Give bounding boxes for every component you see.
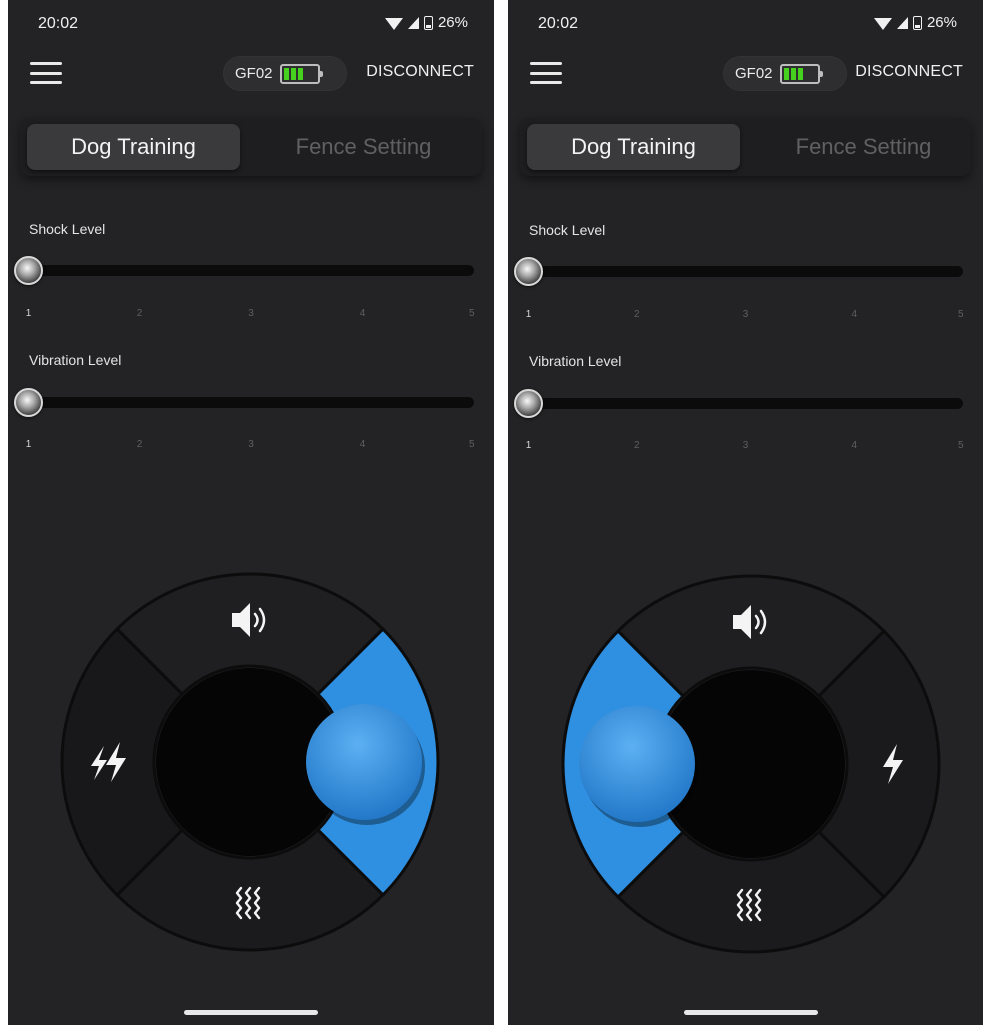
vibration-level-slider[interactable]	[513, 389, 963, 418]
vibration-level-label: Vibration Level	[529, 353, 622, 369]
status-bar: 20:02 26%	[508, 10, 983, 38]
status-icons: 26%	[384, 14, 468, 31]
wifi-icon	[873, 17, 892, 30]
mode-tabs: Dog Training Fence Setting	[20, 118, 482, 176]
remote-pad-graphic	[561, 574, 941, 954]
hamburger-menu-icon[interactable]	[30, 62, 62, 84]
phone-screen-right: 20:02 26% GF02 DISCONNECT Dog Training F…	[508, 0, 983, 1025]
tick-label: 5	[957, 440, 964, 451]
tick-label: 1	[25, 308, 32, 319]
tab-fence-setting[interactable]: Fence Setting	[250, 124, 477, 170]
battery-percent: 26%	[437, 14, 468, 31]
home-indicator	[684, 1010, 818, 1015]
tick-label: 4	[851, 309, 858, 320]
battery-bar	[297, 67, 303, 80]
tab-dog-training[interactable]: Dog Training	[527, 124, 740, 170]
shock-level-thumb[interactable]	[13, 256, 43, 285]
wifi-icon	[384, 17, 403, 30]
collar-battery-icon	[279, 63, 323, 84]
phone-battery-icon	[423, 15, 433, 30]
pressed-button-knob[interactable]	[579, 706, 695, 822]
device-name: GF02	[235, 65, 273, 82]
battery-bar	[783, 67, 789, 80]
tick-label: 3	[248, 439, 254, 450]
battery-bar	[797, 67, 803, 80]
tab-fence-setting[interactable]: Fence Setting	[750, 124, 977, 170]
mode-tabs: Dog Training Fence Setting	[520, 118, 971, 176]
disconnect-button[interactable]: DISCONNECT	[366, 63, 474, 81]
tick-label: 3	[248, 308, 254, 319]
battery-bar	[283, 67, 289, 80]
vibration-level-slider[interactable]	[13, 388, 474, 417]
tick-label: 5	[468, 308, 475, 319]
tab-dog-training[interactable]: Dog Training	[27, 124, 240, 170]
status-bar: 20:02 26%	[8, 10, 494, 38]
shock-level-ticks: 1 2 3 4 5	[25, 308, 475, 320]
vibration-level-ticks: 1 2 3 4 5	[25, 439, 475, 451]
vibration-level-label: Vibration Level	[29, 352, 122, 368]
hamburger-menu-icon[interactable]	[530, 62, 562, 84]
battery-percent: 26%	[926, 14, 957, 31]
tick-label: 1	[525, 309, 532, 320]
vibration-level-thumb[interactable]	[513, 389, 543, 418]
tick-label: 2	[136, 308, 143, 319]
shock-level-label: Shock Level	[29, 221, 106, 237]
remote-pad-graphic	[60, 572, 440, 952]
tick-label: 2	[633, 440, 640, 451]
tick-label: 5	[957, 309, 964, 320]
cellular-signal-icon	[407, 16, 419, 29]
tick-label: 5	[468, 439, 475, 450]
tick-label: 3	[742, 309, 749, 320]
device-status-pill: GF02	[223, 56, 347, 91]
status-icons: 26%	[873, 14, 957, 31]
remote-control-pad	[561, 574, 941, 954]
status-time: 20:02	[38, 15, 79, 32]
vibration-level-ticks: 1 2 3 4 5	[525, 440, 964, 452]
shock-level-slider[interactable]	[13, 256, 474, 285]
tick-label: 4	[359, 439, 366, 450]
shock-level-label: Shock Level	[529, 222, 606, 238]
collar-battery-icon	[779, 63, 823, 84]
shock-level-thumb[interactable]	[513, 257, 543, 286]
tick-label: 4	[851, 440, 858, 451]
remote-control-pad	[60, 572, 440, 952]
tick-label: 2	[136, 439, 143, 450]
tick-label: 1	[525, 440, 532, 451]
disconnect-button[interactable]: DISCONNECT	[855, 63, 963, 81]
pressed-button-knob[interactable]	[306, 704, 422, 820]
tick-label: 2	[633, 309, 640, 320]
status-time: 20:02	[538, 15, 579, 32]
battery-bar	[290, 67, 296, 80]
vibration-level-thumb[interactable]	[13, 388, 43, 417]
phone-battery-icon	[912, 15, 922, 30]
cellular-signal-icon	[896, 16, 908, 29]
app-bar: GF02 DISCONNECT	[8, 52, 494, 96]
battery-bar	[790, 67, 796, 80]
tick-label: 4	[359, 308, 366, 319]
tick-label: 3	[742, 440, 749, 451]
home-indicator	[184, 1010, 318, 1015]
shock-level-slider[interactable]	[513, 257, 963, 286]
device-status-pill: GF02	[723, 56, 847, 91]
tick-label: 1	[25, 439, 32, 450]
shock-level-ticks: 1 2 3 4 5	[525, 309, 964, 321]
phone-screen-left: 20:02 26% GF02 DISCONNECT Dog Training F…	[8, 0, 494, 1025]
device-name: GF02	[735, 65, 773, 82]
app-bar: GF02 DISCONNECT	[508, 52, 983, 96]
